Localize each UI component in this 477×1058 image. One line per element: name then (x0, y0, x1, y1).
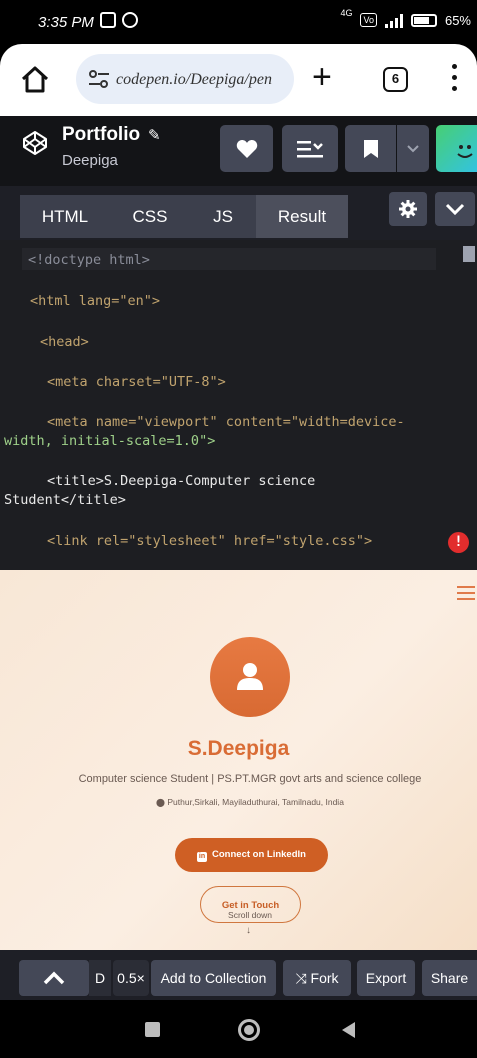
address-bar[interactable]: codepen.io/Deepiga/pen (76, 54, 294, 104)
system-navigation-bar (0, 1000, 477, 1058)
share-button[interactable]: Share (422, 960, 477, 996)
battery-level: 65% (444, 12, 471, 28)
profile-name: S.Deepiga (187, 737, 290, 760)
error-indicator-icon[interactable]: ! (448, 532, 469, 553)
chevron-up-icon (43, 971, 65, 985)
profile-subtitle: Computer science Student | PS.PT.MGR gov… (78, 773, 422, 785)
edit-title-icon[interactable]: ✎ (148, 126, 161, 144)
site-settings-icon[interactable] (88, 69, 110, 89)
add-to-collection-button[interactable]: Add to Collection (151, 960, 276, 996)
editor-collapse-button[interactable] (435, 192, 475, 226)
html-code-editor[interactable]: <!doctype html> <html lang="en"> <head> … (0, 240, 477, 570)
pen-author[interactable]: Deepiga (62, 152, 118, 169)
arrow-down-icon: ↓ (246, 925, 251, 936)
layout-icon (297, 140, 323, 157)
linkedin-button-label: Connect on LinkedIn (212, 849, 306, 860)
recents-button[interactable] (145, 1022, 160, 1037)
bookmark-button[interactable] (345, 125, 396, 172)
pen-footer-bar: D 0.5× Add to Collection ⤨ Fork Export S… (0, 950, 477, 1000)
fork-label: Fork (310, 970, 339, 986)
browser-menu-button[interactable] (452, 64, 458, 94)
browser-toolbar: codepen.io/Deepiga/pen + 6 (0, 44, 477, 116)
codepen-logo-icon[interactable] (22, 130, 48, 156)
truncated-button[interactable]: D (89, 960, 111, 996)
code-line: <meta charset="UTF-8"> (47, 374, 226, 390)
battery-icon (410, 13, 437, 27)
user-icon (237, 663, 263, 690)
result-preview: S.Deepiga Computer science Student | PS.… (0, 570, 477, 950)
editor-settings-button[interactable] (389, 192, 427, 226)
location-text: Puthur,Sirkali, Mayiladuthurai, Tamilnad… (167, 797, 344, 807)
connect-linkedin-button[interactable]: in Connect on LinkedIn (175, 838, 328, 872)
tab-result[interactable]: Result (256, 195, 348, 238)
code-line: <link rel="stylesheet" href="style.css"> (47, 533, 373, 549)
code-line: <title>S.Deepiga-Computer science (47, 473, 316, 489)
location-pin-icon: ⬤ (156, 798, 165, 807)
tab-switcher-button[interactable]: 6 (383, 67, 408, 92)
url-text: codepen.io/Deepiga/pen (116, 71, 272, 88)
linkedin-icon: in (197, 852, 208, 862)
code-line: <head> (40, 334, 89, 350)
tab-css[interactable]: CSS (110, 195, 190, 238)
hamburger-menu-icon[interactable] (457, 586, 475, 600)
user-avatar[interactable] (436, 125, 477, 172)
chevron-down-icon (445, 203, 465, 215)
code-line: <html lang="en"> (30, 293, 161, 309)
code-line: Student</title> (4, 492, 126, 508)
code-line: <!doctype html> (28, 252, 150, 268)
network-type: 4G (340, 8, 353, 18)
bookmark-icon (363, 139, 378, 158)
new-tab-button[interactable]: + (312, 60, 332, 94)
tab-js[interactable]: JS (190, 195, 256, 238)
signal-icon (384, 12, 403, 28)
export-button[interactable]: Export (357, 960, 415, 996)
status-bar: 3:35 PM Vo 4G 65% (0, 0, 477, 44)
layout-button[interactable] (282, 125, 338, 172)
code-line: <meta name="viewport" content="width=dev… (47, 414, 405, 430)
editor-scrollbar[interactable] (463, 246, 475, 262)
smiley-avatar-icon (457, 145, 473, 158)
bookmark-dropdown-button[interactable] (397, 125, 429, 172)
app-notification-icon (122, 12, 138, 28)
volte-icon: Vo (360, 13, 377, 27)
heart-icon (236, 139, 257, 158)
status-time: 3:35 PM (38, 14, 94, 31)
muted-notification-icon (100, 12, 116, 28)
code-line: width, initial-scale=1.0"> (4, 433, 216, 449)
profile-location: ⬤ Puthur,Sirkali, Mayiladuthurai, Tamiln… (0, 797, 477, 807)
home-button[interactable] (18, 62, 52, 96)
pen-header: Portfolio ✎ Deepiga (0, 116, 477, 186)
chevron-down-icon (407, 144, 419, 152)
love-button[interactable] (220, 125, 273, 172)
notification-icons (100, 12, 138, 28)
fork-button[interactable]: ⤨ Fork (283, 960, 351, 996)
fork-icon: ⤨ (295, 970, 307, 986)
zoom-button[interactable]: 0.5× (113, 960, 149, 996)
gear-icon (399, 200, 417, 218)
profile-avatar (210, 637, 290, 717)
pen-title: Portfolio (62, 124, 141, 145)
editor-tab-bar: HTML CSS JS Result (0, 186, 477, 240)
scroll-down-label: Scroll down (228, 910, 272, 920)
back-button[interactable] (342, 1022, 355, 1038)
system-indicators: Vo 4G 65% (340, 8, 471, 28)
console-toggle-button[interactable] (19, 960, 89, 996)
home-nav-button[interactable] (238, 1019, 260, 1041)
tab-html[interactable]: HTML (20, 195, 110, 238)
home-icon (21, 66, 49, 93)
